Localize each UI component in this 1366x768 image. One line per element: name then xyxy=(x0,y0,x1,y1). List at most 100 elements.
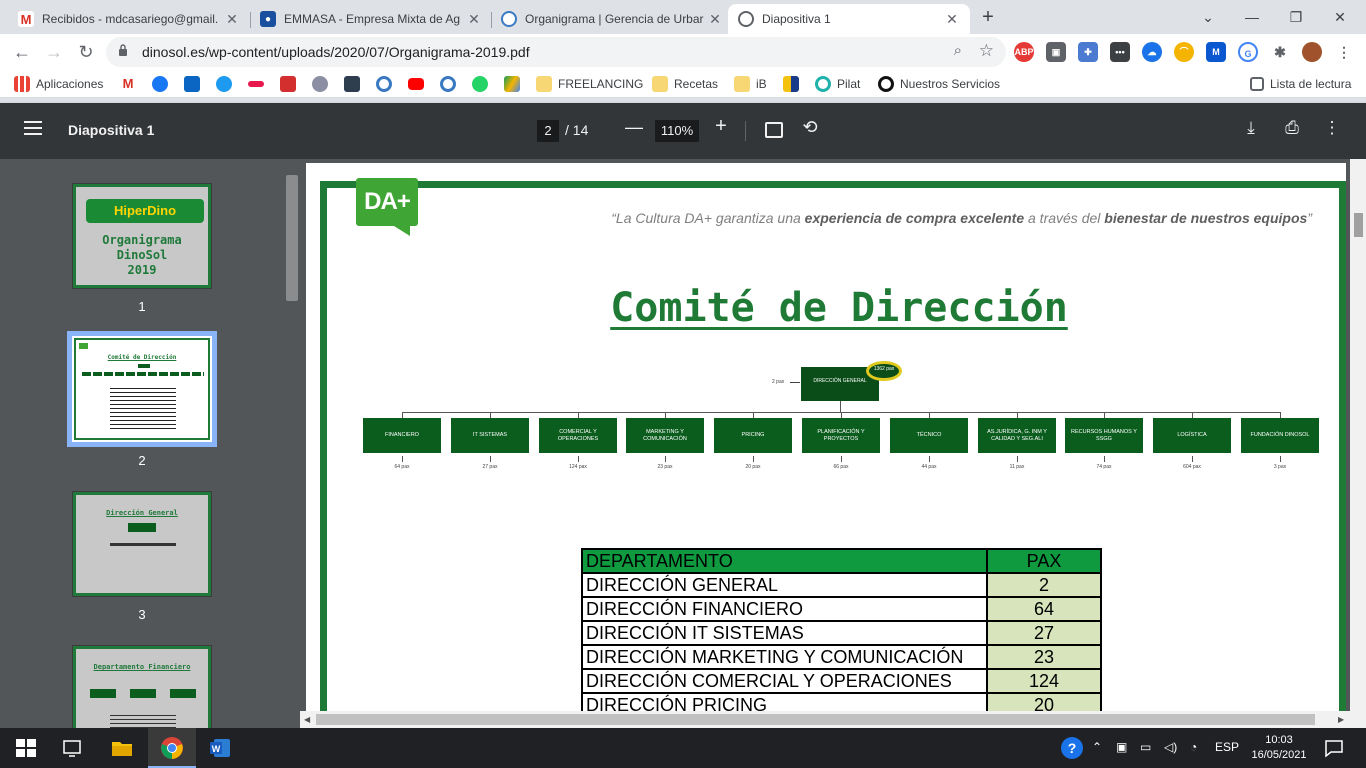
table-row: DIRECCIÓN IT SISTEMAS 27 xyxy=(581,620,1102,646)
tab-emmasa[interactable]: ● EMMASA - Empresa Mixta de Ag ✕ xyxy=(250,4,492,34)
window-close-button[interactable]: ✕ xyxy=(1318,4,1362,30)
bookmark-pilat[interactable]: Pilat xyxy=(815,75,860,93)
pdf-viewer: DA+ “La Cultura DA+ garantiza una experi… xyxy=(300,159,1366,730)
tab-gmail[interactable]: M Recibidos - mdcasariego@gmail. ✕ xyxy=(8,4,250,34)
scrollbar-thumb[interactable] xyxy=(1354,213,1363,237)
fit-page-icon[interactable] xyxy=(765,122,783,138)
folder-icon xyxy=(536,76,552,92)
page-horizontal-scrollbar[interactable]: ◀ ▶ xyxy=(300,711,1350,728)
connector-line xyxy=(1017,456,1018,462)
facebook-icon[interactable] xyxy=(152,76,168,92)
connector-line xyxy=(1192,456,1193,462)
help-icon[interactable]: ? xyxy=(1060,736,1084,760)
connector-line xyxy=(665,456,666,462)
scroll-right-icon[interactable]: ▶ xyxy=(1338,715,1344,724)
cloud-icon[interactable]: ☁ xyxy=(1142,42,1162,62)
tray-chevron-icon[interactable]: ⌃ xyxy=(1092,740,1102,754)
twitter-icon[interactable] xyxy=(216,76,232,92)
forward-button[interactable]: → xyxy=(42,40,66,64)
file-explorer-icon[interactable] xyxy=(110,736,134,760)
zoom-icon[interactable]: ⌕ xyxy=(954,42,962,59)
puzzle-icon[interactable]: ✚ xyxy=(1078,42,1098,62)
minimize-button[interactable]: — xyxy=(1230,4,1274,30)
page-vertical-scrollbar[interactable] xyxy=(1350,159,1366,730)
bookmark-star-icon[interactable]: ☆ xyxy=(979,41,994,61)
scrollbar-thumb[interactable] xyxy=(316,714,1315,725)
close-icon[interactable]: ✕ xyxy=(224,11,240,28)
restore-button[interactable]: ❐ xyxy=(1274,4,1318,30)
thumbnail-page-4[interactable]: Departamento Financiero xyxy=(72,645,212,730)
reading-list[interactable]: Lista de lectura xyxy=(1250,75,1351,93)
avatar[interactable] xyxy=(1302,42,1322,62)
gmail-icon[interactable]: M xyxy=(120,76,136,92)
battery-icon[interactable]: ▭ xyxy=(1140,740,1151,754)
zoom-in-button[interactable]: + xyxy=(712,115,730,138)
bookmark-apps[interactable]: Aplicaciones xyxy=(14,75,103,93)
pax-cell: 64 xyxy=(986,596,1102,622)
adblock-icon[interactable]: ABP xyxy=(1014,42,1034,62)
volume-icon[interactable]: ◁) xyxy=(1164,740,1177,754)
flag-icon[interactable] xyxy=(783,76,799,92)
tab-title: Recibidos - mdcasariego@gmail. xyxy=(42,12,219,26)
menu-icon[interactable]: ⋮ xyxy=(1334,42,1354,62)
google-icon[interactable]: G xyxy=(1238,42,1258,62)
movistar-icon[interactable]: M xyxy=(1206,42,1226,62)
department-pax: 44 pax xyxy=(921,464,937,470)
print-icon[interactable]: ⎙ xyxy=(1281,118,1303,138)
windows-start-icon[interactable] xyxy=(14,736,38,760)
download-icon[interactable]: ⤓ xyxy=(1240,118,1262,138)
bookmark-icon[interactable] xyxy=(248,81,264,87)
page-number-input[interactable]: 2 xyxy=(537,120,559,142)
close-icon[interactable]: ✕ xyxy=(944,11,960,28)
notifications-icon[interactable] xyxy=(1322,736,1346,760)
rainbow-icon[interactable]: ⌒ xyxy=(1174,42,1194,62)
department-cell: DIRECCIÓN COMERCIAL Y OPERACIONES xyxy=(581,668,988,694)
close-icon[interactable]: ✕ xyxy=(466,11,482,28)
thumbnail-page-1[interactable]: HiperDino Organigrama DinoSol 2019 xyxy=(72,183,212,289)
linkedin-icon[interactable] xyxy=(184,76,200,92)
tab-search-icon[interactable]: ⌄ xyxy=(1186,4,1230,30)
zoom-input[interactable]: 110% xyxy=(655,120,699,142)
tab-diapositiva[interactable]: Diapositiva 1 ✕ xyxy=(728,4,970,34)
extension-icon[interactable]: ▣ xyxy=(1046,42,1066,62)
close-icon[interactable]: ✕ xyxy=(707,11,723,28)
youtube-icon[interactable] xyxy=(408,78,424,90)
more-options-icon[interactable]: ⋮ xyxy=(1321,118,1343,138)
language-indicator[interactable]: ESP xyxy=(1215,740,1239,754)
globe-icon[interactable] xyxy=(440,76,456,92)
task-view-icon[interactable] xyxy=(60,736,84,760)
system-clock[interactable]: 10:03 16/05/2021 xyxy=(1248,733,1310,763)
zoom-out-button[interactable]: — xyxy=(625,117,643,138)
p-icon[interactable] xyxy=(280,76,296,92)
rotate-icon[interactable]: ⟲ xyxy=(800,117,820,138)
scroll-left-icon[interactable]: ◀ xyxy=(304,715,310,724)
pdf-toolbar: Diapositiva 1 2 / 14 — 110% + ⟲ ⤓ ⎙ ⋮ xyxy=(0,103,1366,159)
address-bar[interactable]: dinosol.es/wp-content/uploads/2020/07/Or… xyxy=(106,37,1006,67)
thumbnail-page-2[interactable]: Comité de Dirección xyxy=(67,331,217,447)
back-button[interactable]: ← xyxy=(10,40,34,64)
connector-line xyxy=(753,456,754,462)
bookmark-recetas[interactable]: Recetas xyxy=(652,75,718,93)
bookmark-freelancing[interactable]: FREELANCING xyxy=(536,75,643,93)
wifi-icon[interactable]: ◔ xyxy=(1190,740,1197,754)
thumbnail-page-3[interactable]: Dirección General xyxy=(72,491,212,597)
department-pax: 66 pax xyxy=(833,464,849,470)
extensions-puzzle-icon[interactable]: ✱ xyxy=(1270,42,1290,62)
whatsapp-icon[interactable] xyxy=(472,76,488,92)
chrome-icon[interactable] xyxy=(160,736,184,760)
bookmark-ib[interactable]: iB xyxy=(734,75,767,93)
seal-icon[interactable] xyxy=(312,76,328,92)
table-header-row: DEPARTAMENTO PAX xyxy=(581,548,1102,574)
extension-dots-icon[interactable]: ••• xyxy=(1110,42,1130,62)
word-icon[interactable]: W xyxy=(208,736,232,760)
tab-organigrama[interactable]: Organigrama | Gerencia de Urbar ✕ xyxy=(491,4,733,34)
meet-now-icon[interactable]: ▣ xyxy=(1116,740,1127,754)
reload-button[interactable]: ↻ xyxy=(74,40,98,64)
bookmark-servicios[interactable]: Nuestros Servicios xyxy=(878,75,1000,93)
sidebar-scrollbar-thumb[interactable] xyxy=(286,175,298,301)
new-tab-button[interactable]: + xyxy=(977,6,999,28)
globe-icon[interactable] xyxy=(376,76,392,92)
sidebar-menu-icon[interactable] xyxy=(24,121,42,135)
l-icon[interactable] xyxy=(344,76,360,92)
drive-icon[interactable] xyxy=(504,76,520,92)
